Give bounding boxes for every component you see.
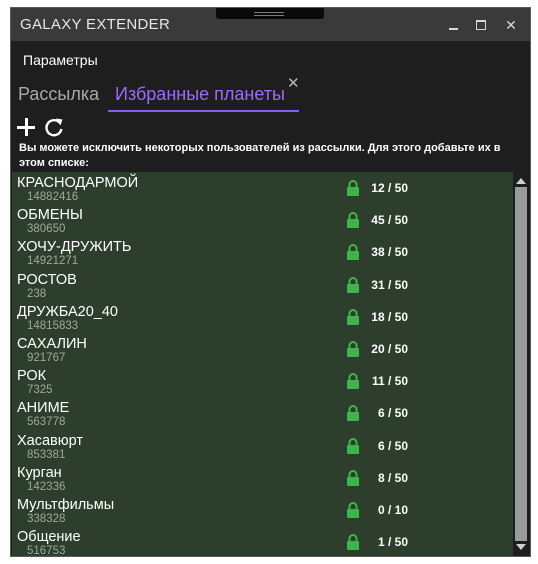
lock-icon[interactable] — [346, 212, 360, 229]
lock-icon[interactable] — [346, 534, 360, 551]
planet-name: ДРУЖБА20_40 — [17, 303, 118, 320]
scroll-up-icon[interactable] — [516, 178, 526, 184]
lock-icon[interactable] — [346, 308, 360, 325]
planet-name: РОК — [17, 368, 47, 385]
planet-id: 380650 — [27, 223, 66, 236]
planet-row[interactable]: Общение 516753 1 / 50 — [12, 526, 513, 556]
drag-grip[interactable] — [216, 8, 324, 19]
planet-list[interactable]: КРАСНОДАРМОЙ 14882416 12 / 50 ОБМЕНЫ 380650 4… — [12, 172, 513, 556]
lock-icon[interactable] — [346, 502, 360, 518]
planet-id: 14815833 — [27, 319, 79, 332]
tab-mailing[interactable]: Рассылка — [18, 84, 99, 105]
planet-id: 142336 — [27, 480, 66, 493]
plus-icon[interactable] — [15, 116, 37, 138]
scrollbar[interactable] — [513, 172, 530, 556]
planet-name: ОБМЕНЫ — [17, 207, 83, 224]
scroll-down-icon[interactable] — [516, 544, 526, 550]
planet-count: 1 / 50 — [377, 535, 408, 550]
planet-row[interactable]: ОБМЕНЫ 380650 45 / 50 — [12, 204, 513, 236]
planet-id: 238 — [27, 287, 47, 300]
menu-settings[interactable]: Параметры — [23, 52, 98, 68]
planet-count: 6 / 50 — [377, 438, 408, 453]
refresh-icon[interactable] — [43, 116, 65, 138]
planet-id: 7325 — [27, 384, 53, 397]
planet-id: 921767 — [27, 352, 66, 364]
planet-count: 12 / 50 — [371, 181, 408, 195]
planet-id: 563778 — [27, 416, 66, 429]
planet-id: 853381 — [27, 448, 66, 461]
planet-id: 14921271 — [27, 255, 79, 268]
planet-count: 20 / 50 — [371, 342, 408, 356]
lock-icon[interactable] — [346, 341, 360, 357]
minimize-icon[interactable] — [443, 14, 465, 36]
planet-row[interactable]: РОСТОВ 238 31 / 50 — [12, 269, 513, 301]
planet-count: 11 / 50 — [371, 374, 408, 389]
planet-row[interactable]: Курган 142336 8 / 50 — [12, 462, 513, 494]
planet-row[interactable]: Мультфильмы 338328 0 / 10 — [12, 494, 513, 526]
lock-icon[interactable] — [346, 405, 360, 422]
lock-icon[interactable] — [346, 373, 360, 390]
lock-icon[interactable] — [346, 437, 360, 454]
planet-name: АНИМЕ — [17, 400, 70, 417]
planet-count: 8 / 50 — [377, 470, 408, 485]
maximize-icon[interactable] — [470, 14, 492, 36]
close-icon[interactable]: ✕ — [500, 14, 522, 36]
planet-name: РОСТОВ — [17, 271, 77, 288]
planet-name: ХОЧУ-ДРУЖИТЬ — [17, 239, 132, 256]
planet-row[interactable]: АНИМЕ 563778 6 / 50 — [12, 397, 513, 429]
planet-name: САХАЛИН — [17, 336, 87, 352]
planet-row[interactable]: ДРУЖБА20_40 14815833 18 / 50 — [12, 301, 513, 333]
planet-id: 338328 — [27, 513, 66, 525]
planet-count: 0 / 10 — [377, 503, 408, 517]
planet-id: 14882416 — [27, 191, 79, 203]
planet-count: 6 / 50 — [377, 406, 408, 421]
planet-count: 31 / 50 — [371, 277, 408, 292]
planet-id: 516753 — [27, 545, 66, 556]
planet-name: Мультфильмы — [17, 497, 115, 513]
planet-row[interactable]: КРАСНОДАРМОЙ 14882416 12 / 50 — [12, 172, 513, 204]
planet-name: КРАСНОДАРМОЙ — [17, 175, 139, 191]
active-tab-indicator — [108, 110, 299, 112]
planet-count: 45 / 50 — [371, 213, 408, 228]
planet-name: Курган — [17, 464, 62, 481]
lock-icon[interactable] — [346, 244, 360, 261]
info-text: Вы можете исключить некоторых пользовате… — [19, 142, 501, 169]
planet-name: Общение — [17, 529, 81, 546]
app-title: GALAXY EXTENDER — [20, 16, 171, 33]
planet-name: Хасавюрт — [17, 432, 84, 449]
planet-row[interactable]: Хасавюрт 853381 6 / 50 — [12, 430, 513, 462]
planet-row[interactable]: РОК 7325 11 / 50 — [12, 365, 513, 397]
scroll-thumb[interactable] — [515, 187, 527, 541]
lock-icon[interactable] — [346, 180, 360, 196]
tab-close-icon[interactable]: ✕ — [287, 74, 300, 92]
app-window: GALAXY EXTENDER ✕ Параметры Рассылка Изб… — [11, 8, 530, 556]
lock-icon[interactable] — [346, 276, 360, 293]
planet-count: 38 / 50 — [371, 245, 408, 260]
lock-icon[interactable] — [346, 469, 360, 486]
tab-favorite-planets[interactable]: Избранные планеты — [115, 84, 285, 105]
planet-row[interactable]: ХОЧУ-ДРУЖИТЬ 14921271 38 / 50 — [12, 236, 513, 268]
planet-count: 18 / 50 — [371, 309, 408, 324]
planet-row[interactable]: САХАЛИН 921767 20 / 50 — [12, 333, 513, 365]
